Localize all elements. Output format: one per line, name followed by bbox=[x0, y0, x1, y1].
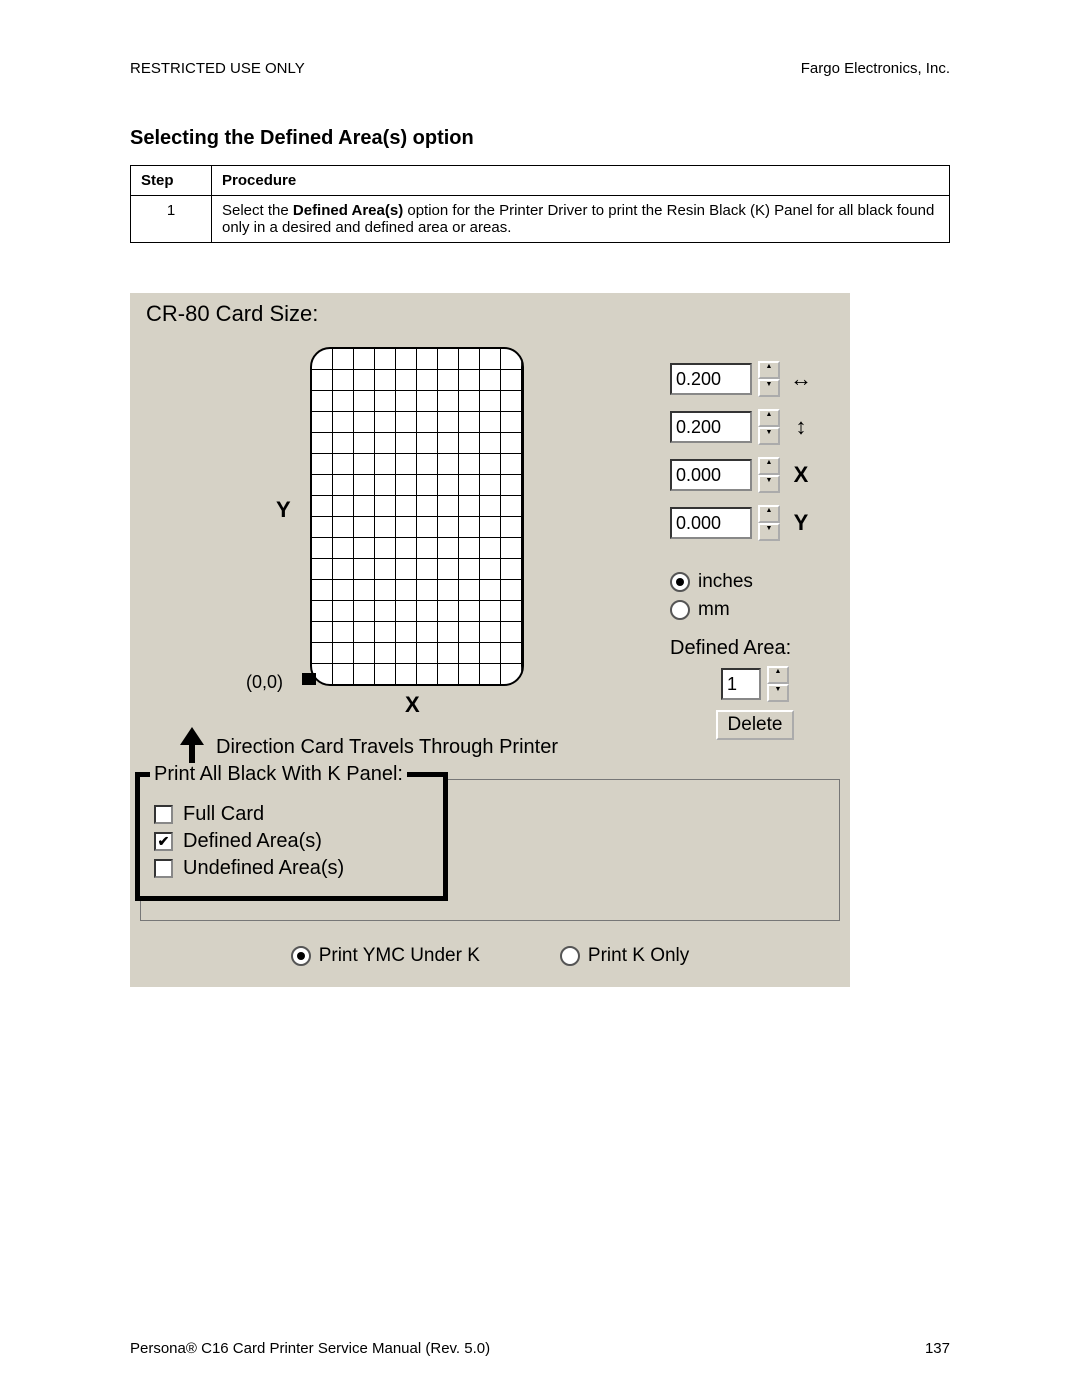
arrow-up-icon bbox=[180, 727, 204, 745]
k-panel-fieldset: Print All Black With K Panel: Full Card … bbox=[140, 779, 840, 921]
height-icon: ↕ bbox=[786, 414, 816, 440]
width-icon: ↔ bbox=[786, 366, 816, 392]
defined-areas-checkbox[interactable]: ✔ Defined Area(s) bbox=[154, 830, 429, 853]
x-icon: X bbox=[786, 462, 816, 488]
height-up-button[interactable]: ▲ bbox=[758, 409, 780, 427]
y-icon: Y bbox=[786, 510, 816, 536]
width-spinner[interactable]: 0.200 ▲ ▼ ↔ bbox=[670, 361, 840, 397]
card-grid bbox=[312, 349, 522, 684]
units-inches-radio[interactable]: inches bbox=[670, 571, 840, 593]
page-header: RESTRICTED USE ONLY Fargo Electronics, I… bbox=[130, 60, 950, 77]
direction-caption: Direction Card Travels Through Printer bbox=[180, 727, 670, 767]
undefined-areas-checkbox[interactable]: Undefined Area(s) bbox=[154, 857, 429, 880]
page-number: 137 bbox=[925, 1340, 950, 1357]
step-number: 1 bbox=[131, 196, 212, 243]
card-outline bbox=[310, 347, 524, 686]
units-mm-radio[interactable]: mm bbox=[670, 599, 840, 621]
width-value[interactable]: 0.200 bbox=[670, 363, 752, 395]
defined-area-up-button[interactable]: ▲ bbox=[767, 666, 789, 684]
y-value[interactable]: 0.000 bbox=[670, 507, 752, 539]
col-step: Step bbox=[131, 166, 212, 196]
step-text: Select the Defined Area(s) option for th… bbox=[212, 196, 950, 243]
radio-icon bbox=[560, 946, 580, 966]
defined-area-spinner[interactable]: 1 ▲ ▼ bbox=[721, 666, 789, 702]
x-up-button[interactable]: ▲ bbox=[758, 457, 780, 475]
width-down-button[interactable]: ▼ bbox=[758, 379, 780, 397]
footer-left: Persona® C16 Card Printer Service Manual… bbox=[130, 1340, 490, 1357]
x-value[interactable]: 0.000 bbox=[670, 459, 752, 491]
height-value[interactable]: 0.200 bbox=[670, 411, 752, 443]
header-right: Fargo Electronics, Inc. bbox=[801, 60, 950, 77]
print-ymc-radio[interactable]: Print YMC Under K bbox=[291, 945, 480, 967]
y-axis-label: Y bbox=[276, 497, 291, 523]
y-spinner[interactable]: 0.000 ▲ ▼ Y bbox=[670, 505, 840, 541]
delete-button[interactable]: Delete bbox=[716, 710, 795, 740]
y-down-button[interactable]: ▼ bbox=[758, 523, 780, 541]
procedure-table: Step Procedure 1 Select the Defined Area… bbox=[130, 165, 950, 243]
k-panel-legend: Print All Black With K Panel: bbox=[150, 763, 407, 786]
table-header-row: Step Procedure bbox=[131, 166, 950, 196]
checkbox-icon: ✔ bbox=[154, 832, 173, 851]
origin-marker-icon bbox=[302, 673, 316, 685]
section-title: Selecting the Defined Area(s) option bbox=[130, 127, 950, 150]
print-k-only-radio[interactable]: Print K Only bbox=[560, 945, 689, 967]
page-footer: Persona® C16 Card Printer Service Manual… bbox=[130, 1340, 950, 1357]
header-left: RESTRICTED USE ONLY bbox=[130, 60, 305, 77]
col-procedure: Procedure bbox=[212, 166, 950, 196]
height-spinner[interactable]: 0.200 ▲ ▼ ↕ bbox=[670, 409, 840, 445]
defined-area-value[interactable]: 1 bbox=[721, 668, 761, 700]
x-axis-label: X bbox=[405, 692, 420, 718]
full-card-checkbox[interactable]: Full Card bbox=[154, 803, 429, 826]
table-row: 1 Select the Defined Area(s) option for … bbox=[131, 196, 950, 243]
radio-icon bbox=[670, 572, 690, 592]
checkbox-icon bbox=[154, 859, 173, 878]
origin-label: (0,0) bbox=[246, 672, 283, 693]
card-size-dialog: CR-80 Card Size: Y (0,0) X Direction Ca bbox=[130, 293, 850, 987]
width-up-button[interactable]: ▲ bbox=[758, 361, 780, 379]
card-preview: Y (0,0) X bbox=[180, 347, 580, 727]
radio-icon bbox=[670, 600, 690, 620]
y-up-button[interactable]: ▲ bbox=[758, 505, 780, 523]
x-spinner[interactable]: 0.000 ▲ ▼ X bbox=[670, 457, 840, 493]
dialog-title: CR-80 Card Size: bbox=[146, 301, 840, 327]
radio-icon bbox=[291, 946, 311, 966]
defined-area-down-button[interactable]: ▼ bbox=[767, 684, 789, 702]
k-panel-highlight-box: Print All Black With K Panel: Full Card … bbox=[135, 772, 448, 901]
height-down-button[interactable]: ▼ bbox=[758, 427, 780, 445]
checkbox-icon bbox=[154, 805, 173, 824]
defined-area-label: Defined Area: bbox=[670, 637, 840, 660]
x-down-button[interactable]: ▼ bbox=[758, 475, 780, 493]
